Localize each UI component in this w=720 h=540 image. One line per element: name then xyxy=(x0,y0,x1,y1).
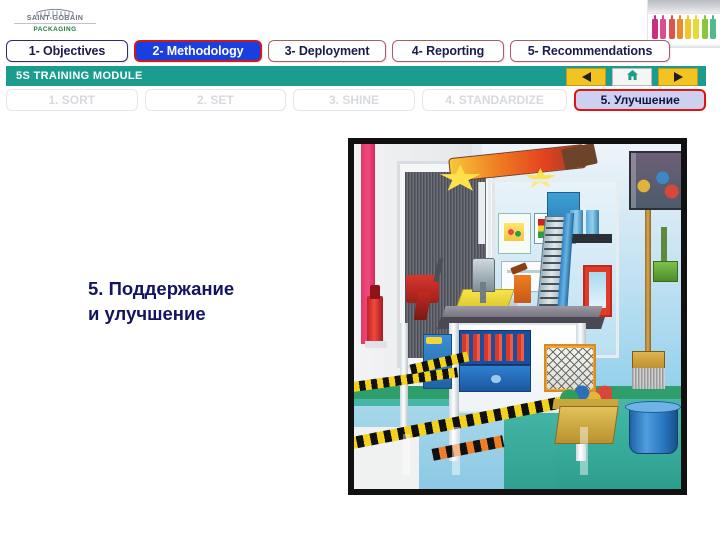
green-squeegee xyxy=(653,261,678,282)
extinguisher-head xyxy=(370,285,381,300)
label-tag xyxy=(425,337,443,345)
logo-divider xyxy=(14,23,96,24)
oil-can xyxy=(514,275,531,303)
workshop-scene xyxy=(354,144,681,489)
sub-tab-standardize-label: 4. STANDARDIZE xyxy=(445,93,544,107)
broom-handle xyxy=(645,209,651,358)
squeegee-handle xyxy=(661,226,667,265)
sub-tab-bar: 1. SORT 2. SET 3. SHINE 4. STANDARDIZE 5… xyxy=(6,89,706,111)
main-tab-bar: 1- Objectives 2- Methodology 3- Deployme… xyxy=(6,40,706,62)
bottle xyxy=(693,15,700,39)
page-title-line-2: и улучшение xyxy=(88,303,206,324)
sub-tab-sustain[interactable]: 5. Улучшение xyxy=(574,89,706,111)
bucket-rim xyxy=(625,401,681,414)
page-title: 5. Поддержание и улучшение xyxy=(88,276,338,326)
forward-button[interactable] xyxy=(658,68,698,86)
back-button[interactable] xyxy=(566,68,606,86)
tab-reporting-label: 4- Reporting xyxy=(411,44,485,58)
bottle xyxy=(652,15,658,39)
tab-deployment[interactable]: 3- Deployment xyxy=(268,40,386,62)
bottle xyxy=(676,15,683,39)
sub-tab-set[interactable]: 2. SET xyxy=(144,89,287,111)
house-icon xyxy=(626,68,639,86)
page-title-line-1: 5. Поддержание xyxy=(88,278,235,299)
tab-objectives[interactable]: 1- Objectives xyxy=(6,40,128,62)
jib-support-post xyxy=(478,181,485,245)
tool-drawer-unit xyxy=(458,330,531,365)
sub-tab-sustain-label: 5. Улучшение xyxy=(600,93,680,107)
sub-tab-standardize[interactable]: 4. STANDARDIZE xyxy=(421,89,568,111)
tab-deployment-label: 3- Deployment xyxy=(284,44,370,58)
mop-bucket xyxy=(628,406,678,455)
bottle xyxy=(709,15,716,39)
photo-shelf xyxy=(648,0,720,13)
sub-tab-sort-label: 1. SORT xyxy=(48,93,96,107)
home-button[interactable] xyxy=(612,68,652,86)
tab-recommendations-label: 5- Recommendations xyxy=(527,44,653,58)
module-bar: 5S TRAINING MODULE xyxy=(6,66,706,86)
fire-extinguisher xyxy=(367,295,384,345)
organized-workshop-illustration xyxy=(348,138,687,495)
extinguisher-bracket xyxy=(365,340,387,348)
vise-stem xyxy=(479,282,487,303)
tool-shelf xyxy=(566,233,613,243)
tab-objectives-label: 1- Objectives xyxy=(28,44,106,58)
brand-name: SAINT-GOBAIN xyxy=(26,13,84,22)
floor-reflection xyxy=(452,426,461,476)
module-title: 5S TRAINING MODULE xyxy=(16,70,143,82)
brand-division: PACKAGING xyxy=(33,26,77,33)
triangle-right-icon xyxy=(673,72,683,82)
sub-tab-shine[interactable]: 3. SHINE xyxy=(293,89,415,111)
bottle-row xyxy=(652,15,716,39)
tab-reporting[interactable]: 4- Reporting xyxy=(392,40,504,62)
bottle xyxy=(660,15,667,39)
sub-tab-sort[interactable]: 1. SORT xyxy=(6,89,138,111)
sub-tab-set-label: 2. SET xyxy=(197,93,234,107)
tab-recommendations[interactable]: 5- Recommendations xyxy=(510,40,670,62)
sub-tab-shine-label: 3. SHINE xyxy=(329,93,380,107)
broom-bristles xyxy=(631,368,665,389)
floor-reflection xyxy=(579,426,588,476)
navigation-buttons xyxy=(566,68,698,86)
shelf-container xyxy=(586,209,600,236)
arch-building-icon xyxy=(12,4,98,17)
floor-reflection xyxy=(403,433,410,476)
tab-methodology[interactable]: 2- Methodology xyxy=(134,40,262,62)
tab-methodology-label: 2- Methodology xyxy=(152,44,244,58)
brand-logo: SAINT-GOBAIN PACKAGING xyxy=(12,4,98,36)
bottle xyxy=(701,15,708,39)
wall-chart xyxy=(497,213,531,255)
triangle-left-icon xyxy=(581,72,591,82)
bottle xyxy=(668,15,675,39)
wall-poster xyxy=(628,150,681,210)
bottle xyxy=(685,15,692,39)
